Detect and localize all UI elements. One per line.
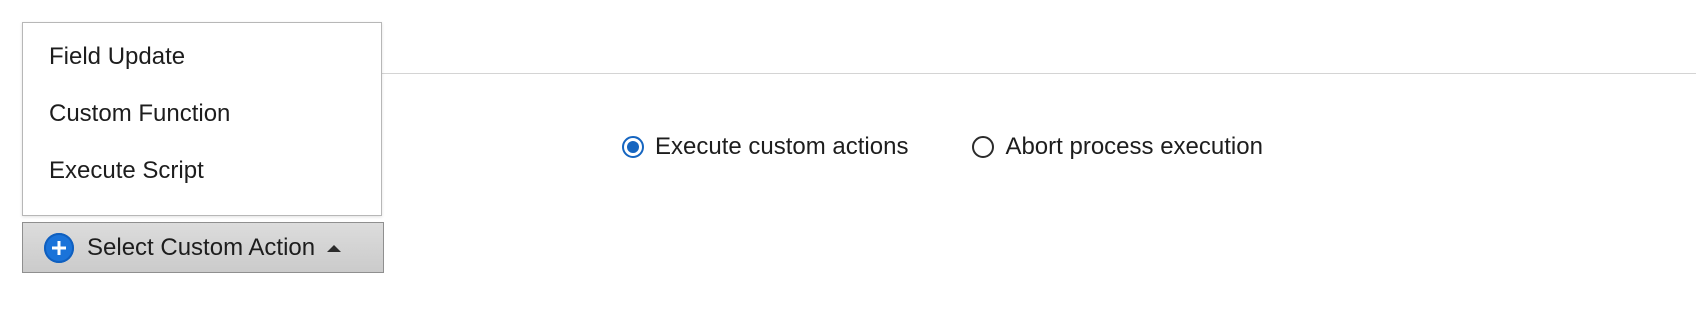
radio-dot-icon [627,141,639,153]
plus-circle-icon [44,232,74,263]
radio-unselected-icon[interactable] [972,136,995,158]
custom-action-dropdown-menu: Field Update Custom Function Execute Scr… [22,22,382,216]
radio-selected-icon[interactable] [622,136,644,158]
custom-actions-panel: Execute custom actions Abort process exe… [0,0,1696,326]
menu-item-execute-script[interactable]: Execute Script [23,157,381,214]
radio-label-abort-process-execution: Abort process execution [1005,133,1263,160]
menu-item-field-update[interactable]: Field Update [23,43,381,100]
plus-glyph-icon [52,240,66,255]
radio-option-abort-process-execution[interactable]: Abort process execution [972,133,1263,161]
execution-option-radio-group: Execute custom actions Abort process exe… [622,130,1263,164]
select-custom-action-button[interactable]: Select Custom Action [22,222,384,273]
radio-option-execute-custom-actions[interactable]: Execute custom actions [622,133,908,161]
caret-up-icon [327,244,342,252]
select-custom-action-label: Select Custom Action [87,233,316,261]
radio-label-execute-custom-actions: Execute custom actions [655,133,909,160]
menu-item-custom-function[interactable]: Custom Function [23,100,381,157]
